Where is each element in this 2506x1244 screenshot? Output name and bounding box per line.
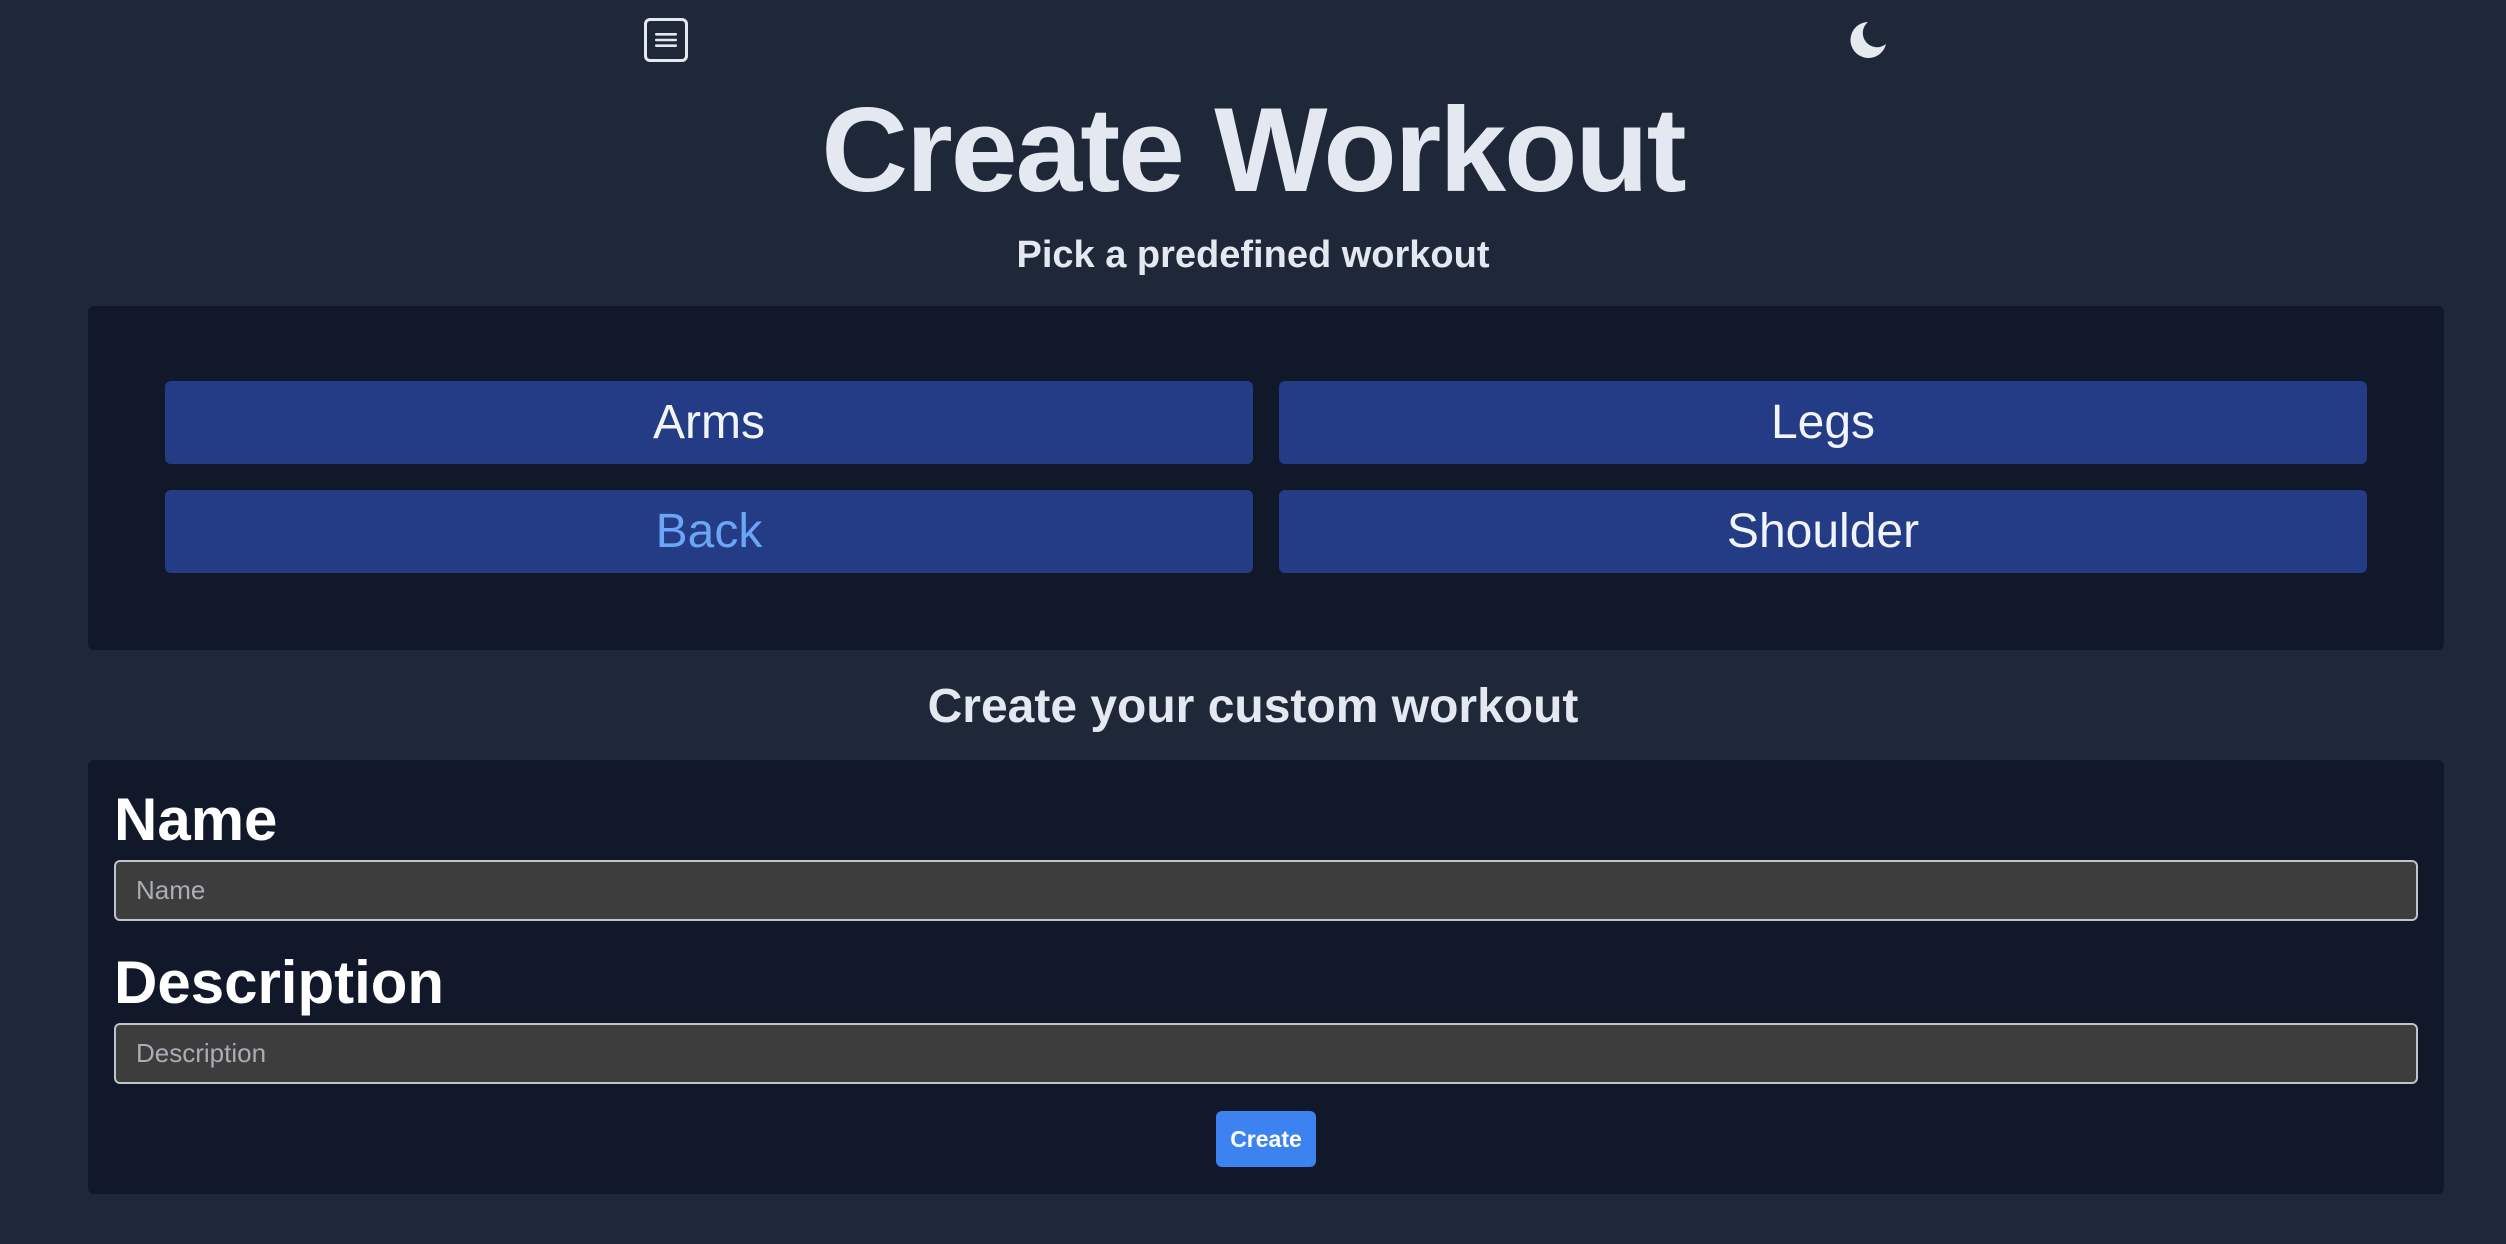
predefined-workout-panel: Arms Legs Back Shoulder — [88, 306, 2444, 650]
moon-icon — [1850, 22, 1886, 58]
workout-button-legs[interactable]: Legs — [1279, 381, 2367, 464]
predefined-workout-heading: Pick a predefined workout — [1016, 234, 1490, 276]
description-input[interactable] — [114, 1023, 2418, 1084]
workout-button-back[interactable]: Back — [165, 490, 1253, 573]
predefined-workout-grid: Arms Legs Back Shoulder — [165, 381, 2367, 573]
theme-toggle-button[interactable] — [1842, 14, 1894, 66]
workout-button-arms[interactable]: Arms — [165, 381, 1253, 464]
description-label: Description — [114, 949, 445, 1016]
create-workout-page: Create Workout Pick a predefined workout… — [0, 0, 2506, 1244]
menu-button[interactable] — [644, 18, 688, 62]
custom-workout-heading: Create your custom workout — [927, 680, 1579, 733]
name-label: Name — [114, 786, 278, 853]
name-input[interactable] — [114, 860, 2418, 921]
custom-workout-form: Name Description Create — [88, 760, 2444, 1194]
hamburger-menu-icon — [655, 33, 677, 47]
create-button[interactable]: Create — [1216, 1111, 1316, 1167]
workout-button-shoulder[interactable]: Shoulder — [1279, 490, 2367, 573]
page-title: Create Workout — [821, 83, 1686, 217]
